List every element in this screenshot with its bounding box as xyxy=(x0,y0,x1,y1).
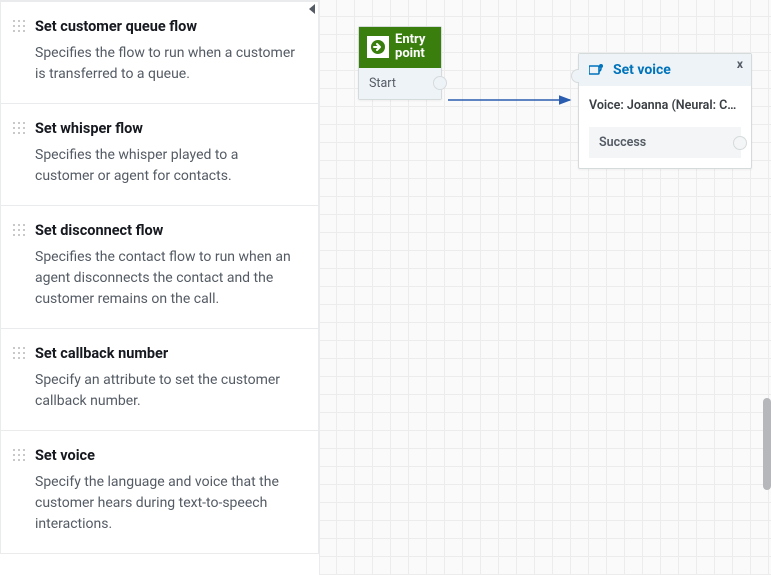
drag-handle-icon xyxy=(13,449,25,465)
palette-block-set-disconnect-flow[interactable]: Set disconnect flow Specifies the contac… xyxy=(0,206,319,329)
palette-block-set-customer-queue-flow[interactable]: Set customer queue flow Specifies the fl… xyxy=(0,1,319,104)
block-title: Set customer queue flow xyxy=(35,18,300,35)
drag-handle-icon xyxy=(13,224,25,240)
close-button[interactable]: x xyxy=(737,57,743,71)
drag-handle-icon xyxy=(13,347,25,363)
drag-handle-icon xyxy=(13,122,25,138)
success-label: Success xyxy=(599,135,646,150)
node-title: Set voice xyxy=(613,62,671,78)
flow-canvas[interactable]: Entry point Start Set voice x Voice: Joa… xyxy=(320,0,771,575)
block-description: Specifies the whisper played to a custom… xyxy=(35,145,300,187)
node-body-text: Voice: Joanna (Neural: Co... xyxy=(579,86,751,117)
start-label: Start xyxy=(369,76,396,91)
entry-header: Entry point xyxy=(359,27,441,68)
palette-block-set-whisper-flow[interactable]: Set whisper flow Specifies the whisper p… xyxy=(0,104,319,206)
node-header: Set voice x xyxy=(579,54,751,86)
block-title: Set callback number xyxy=(35,345,300,362)
output-port[interactable] xyxy=(733,136,747,150)
entry-label: Entry point xyxy=(395,33,433,62)
chevron-left-icon xyxy=(308,4,316,14)
voice-icon xyxy=(589,63,605,77)
palette-block-set-voice[interactable]: Set voice Specify the language and voice… xyxy=(0,431,319,554)
block-description: Specify an attribute to set the customer… xyxy=(35,370,300,412)
output-port[interactable] xyxy=(433,76,447,90)
block-description: Specifies the flow to run when a custome… xyxy=(35,43,300,85)
block-palette: Set customer queue flow Specifies the fl… xyxy=(0,0,320,575)
block-description: Specify the language and voice that the … xyxy=(35,472,300,535)
entry-point-node[interactable]: Entry point Start xyxy=(358,26,442,100)
collapse-sidebar-button[interactable] xyxy=(303,2,321,16)
canvas-scrollbar-thumb[interactable] xyxy=(763,398,771,490)
block-description: Specifies the contact flow to run when a… xyxy=(35,247,300,310)
success-port-row[interactable]: Success xyxy=(589,127,741,158)
set-voice-node[interactable]: Set voice x Voice: Joanna (Neural: Co...… xyxy=(578,53,752,169)
block-title: Set disconnect flow xyxy=(35,222,300,239)
drag-handle-icon xyxy=(13,20,25,36)
block-title: Set voice xyxy=(35,447,300,464)
arrow-right-icon xyxy=(367,36,389,58)
palette-block-set-callback-number[interactable]: Set callback number Specify an attribute… xyxy=(0,329,319,431)
block-title: Set whisper flow xyxy=(35,120,300,137)
entry-start-port[interactable]: Start xyxy=(359,68,441,99)
